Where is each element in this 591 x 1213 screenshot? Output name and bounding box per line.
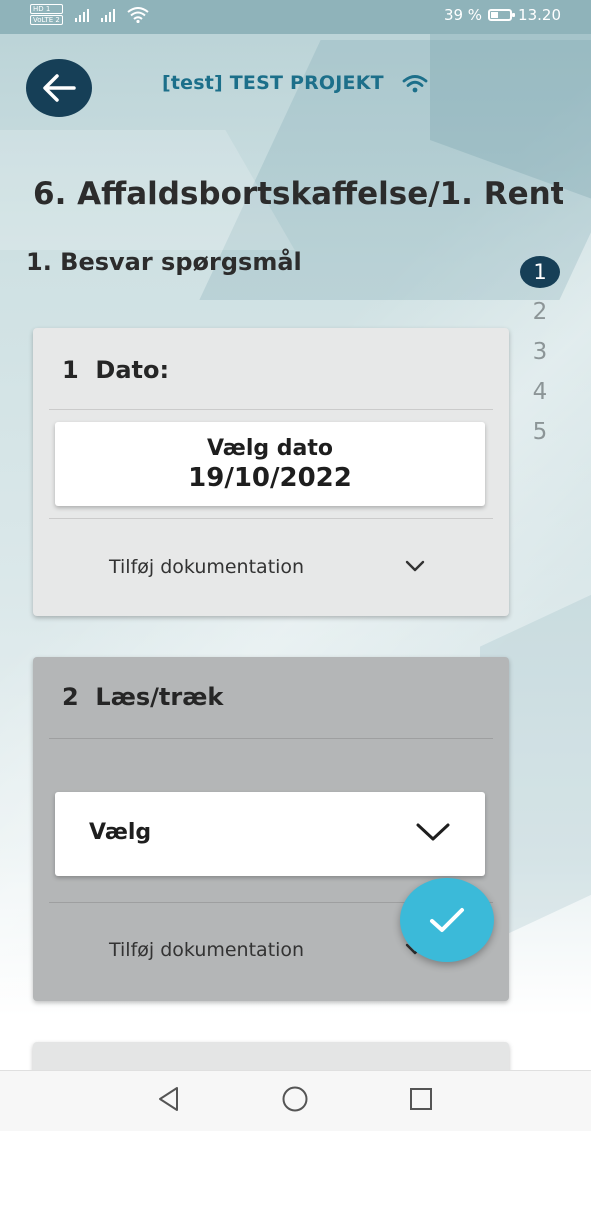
step-2[interactable]: 2	[519, 292, 561, 332]
step-number: 3	[532, 339, 548, 365]
square-recents-icon	[410, 1088, 432, 1110]
circle-home-icon	[282, 1086, 308, 1112]
step-number: 5	[532, 419, 548, 445]
chevron-down-icon	[416, 823, 450, 841]
question-heading: 2 Læs/træk	[62, 683, 223, 711]
question-title: Læs/træk	[95, 683, 224, 711]
triangle-back-icon	[159, 1087, 178, 1111]
battery-percent: 39 %	[443, 6, 483, 24]
step-number: 1	[520, 256, 560, 288]
divider	[49, 518, 493, 519]
step-5[interactable]: 5	[519, 412, 561, 452]
question-number: 2	[62, 683, 79, 711]
chevron-down-icon	[405, 560, 425, 572]
add-documentation-toggle[interactable]: Tilføj dokumentation	[55, 536, 485, 596]
battery-icon	[488, 9, 516, 21]
checkmark-icon	[430, 908, 464, 932]
back-button[interactable]	[26, 59, 92, 117]
divider	[49, 738, 493, 739]
step-number: 4	[532, 379, 548, 405]
clock: 13.20	[518, 6, 561, 24]
wifi-status-icon	[127, 6, 149, 23]
step-4[interactable]: 4	[519, 372, 561, 412]
wifi-icon	[402, 75, 428, 93]
choose-date-button[interactable]: Vælg dato 19/10/2022	[55, 422, 485, 506]
question-heading: 1 Dato:	[62, 356, 169, 384]
network-badge-hd: HD 1	[30, 4, 63, 14]
select-value: Vælg	[89, 820, 152, 845]
system-nav-bar	[0, 1070, 591, 1131]
add-documentation-label: Tilføj dokumentation	[109, 556, 305, 578]
step-3[interactable]: 3	[519, 332, 561, 372]
choose-date-label: Vælg dato	[206, 436, 334, 461]
nav-recents-button[interactable]	[407, 1085, 435, 1117]
question-title: Dato:	[95, 356, 170, 384]
status-bar: HD 1 VoLTE 2 39 % 13.20	[0, 0, 591, 34]
step-indicator: 1 2 3 4 5	[519, 252, 561, 452]
page-title: 6. Affaldsbortskaffelse/1. Rent ...	[33, 176, 563, 212]
battery-level	[491, 12, 499, 18]
arrow-left-icon	[43, 74, 76, 102]
nav-home-button[interactable]	[281, 1085, 309, 1117]
step-1[interactable]: 1	[519, 252, 561, 292]
project-title: [test] TEST PROJEKT	[162, 72, 384, 94]
signal-icon	[100, 8, 115, 22]
confirm-fab-button[interactable]	[400, 878, 494, 962]
section-title: 1. Besvar spørgsmål	[26, 248, 302, 276]
divider	[49, 409, 493, 410]
signal-icon	[74, 8, 89, 22]
add-documentation-label: Tilføj dokumentation	[109, 939, 305, 961]
step-number: 2	[532, 299, 548, 325]
question-card-date: 1 Dato: Vælg dato 19/10/2022 Tilføj doku…	[33, 328, 509, 616]
app-screen: HD 1 VoLTE 2 39 % 13.20 [test] TEST PROJ…	[0, 0, 591, 1070]
question-card-next	[33, 1042, 509, 1070]
date-value: 19/10/2022	[188, 463, 352, 493]
answer-select[interactable]: Vælg	[55, 792, 485, 876]
nav-back-button[interactable]	[155, 1085, 183, 1117]
question-number: 1	[62, 356, 79, 384]
network-badge-volte: VoLTE 2	[30, 15, 63, 25]
